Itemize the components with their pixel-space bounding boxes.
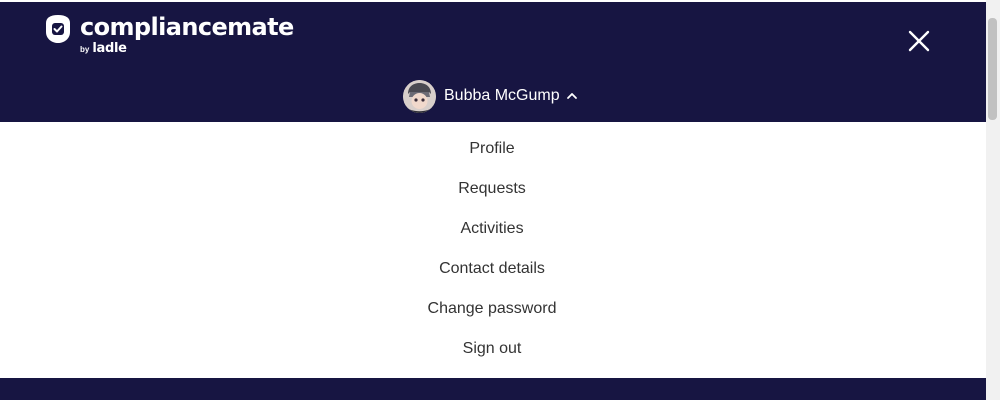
- menu-item-profile[interactable]: Profile: [0, 139, 984, 159]
- user-name: Bubba McGump: [444, 87, 560, 104]
- brand-byline: by ladle: [80, 41, 127, 57]
- close-menu-button[interactable]: [904, 26, 934, 56]
- logo-shield-icon: [46, 15, 70, 43]
- vertical-scrollbar[interactable]: [986, 0, 1000, 400]
- avatar-image: [403, 79, 436, 113]
- user-menu-toggle[interactable]: Bubba McGump: [403, 79, 578, 113]
- scrollbar-thumb[interactable]: [988, 18, 997, 120]
- brand-by: by: [80, 45, 90, 54]
- footer-band: [0, 378, 986, 400]
- logo-text: compliancemate by ladle: [80, 13, 294, 56]
- menu-item-requests[interactable]: Requests: [0, 179, 984, 199]
- menu-item-contact-details[interactable]: Contact details: [0, 259, 984, 279]
- site-header: compliancemate by ladle Bubba McGump: [0, 2, 986, 122]
- chevron-up-icon: [566, 93, 577, 99]
- menu-item-activities[interactable]: Activities: [0, 219, 984, 239]
- brand-name: compliancemate: [80, 13, 294, 41]
- menu-item-change-password[interactable]: Change password: [0, 299, 984, 319]
- brand-parent: ladle: [92, 41, 127, 56]
- page: compliancemate by ladle Bubba McGump Pro…: [0, 0, 1000, 400]
- user-dropdown-menu: Profile Requests Activities Contact deta…: [0, 122, 986, 378]
- menu-item-sign-out[interactable]: Sign out: [0, 339, 984, 359]
- avatar: [403, 79, 436, 113]
- close-icon: [908, 30, 930, 52]
- logo[interactable]: compliancemate by ladle: [44, 13, 294, 56]
